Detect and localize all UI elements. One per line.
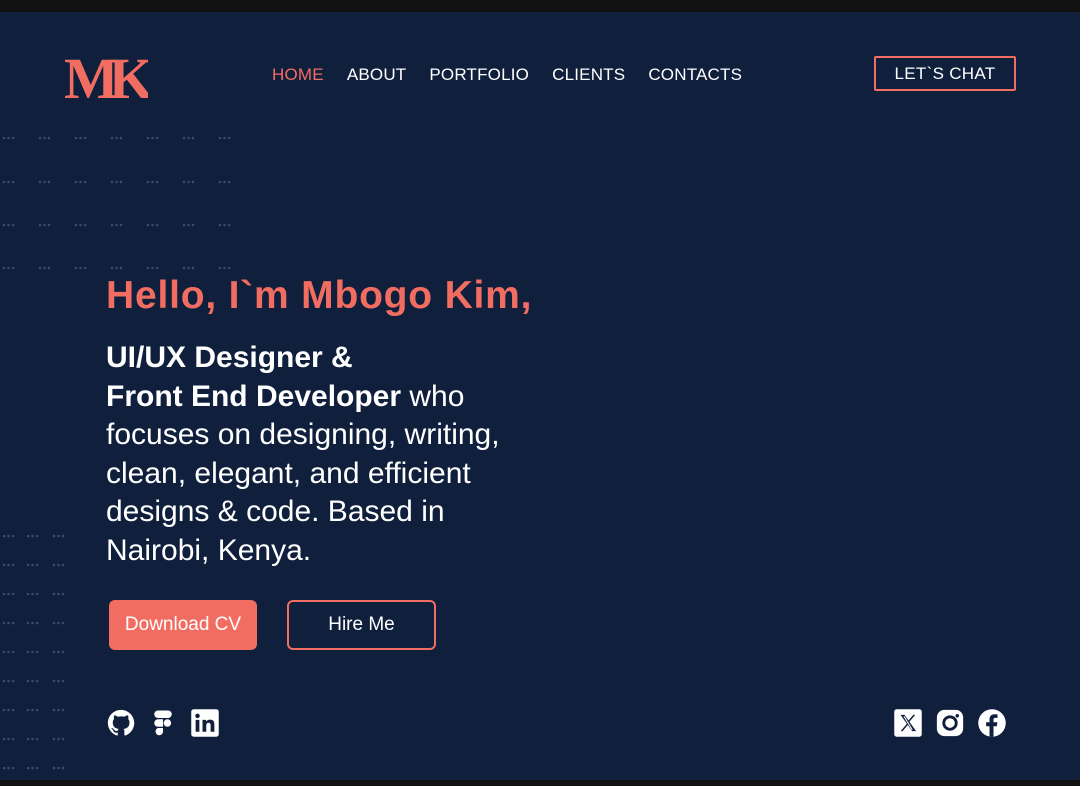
figma-icon[interactable] <box>148 708 178 738</box>
logo-text: MK <box>64 50 148 102</box>
social-links-right <box>893 708 1007 738</box>
facebook-icon[interactable] <box>977 708 1007 738</box>
mk-logo-icon: MK <box>64 46 164 111</box>
hire-me-button[interactable]: Hire Me <box>287 600 436 650</box>
lets-chat-button[interactable]: LET`S CHAT <box>874 56 1016 91</box>
nav-about[interactable]: ABOUT <box>347 65 407 85</box>
linkedin-icon[interactable] <box>190 708 220 738</box>
hero-greeting: Hello, I`m Mbogo Kim, <box>106 274 533 317</box>
main-nav: HOME ABOUT PORTFOLIO CLIENTS CONTACTS <box>272 65 742 85</box>
hero-role-line2: Front End Developer <box>106 379 402 413</box>
nav-clients[interactable]: CLIENTS <box>552 65 625 85</box>
download-cv-button[interactable]: Download CV <box>109 600 257 650</box>
github-icon[interactable] <box>106 708 136 738</box>
hero-role-line1: UI/UX Designer & <box>106 341 353 374</box>
logo[interactable]: MK <box>64 46 164 111</box>
nav-contacts[interactable]: CONTACTS <box>648 65 742 85</box>
nav-home[interactable]: HOME <box>272 65 324 85</box>
nav-portfolio[interactable]: PORTFOLIO <box>429 65 529 85</box>
x-icon[interactable] <box>893 708 923 738</box>
page: MK HOME ABOUT PORTFOLIO CLIENTS CONTACTS… <box>0 12 1080 780</box>
instagram-icon[interactable] <box>935 708 965 738</box>
social-links-left <box>106 708 220 738</box>
hero-intro: UI/UX Designer & Front End Developer who… <box>106 339 546 570</box>
